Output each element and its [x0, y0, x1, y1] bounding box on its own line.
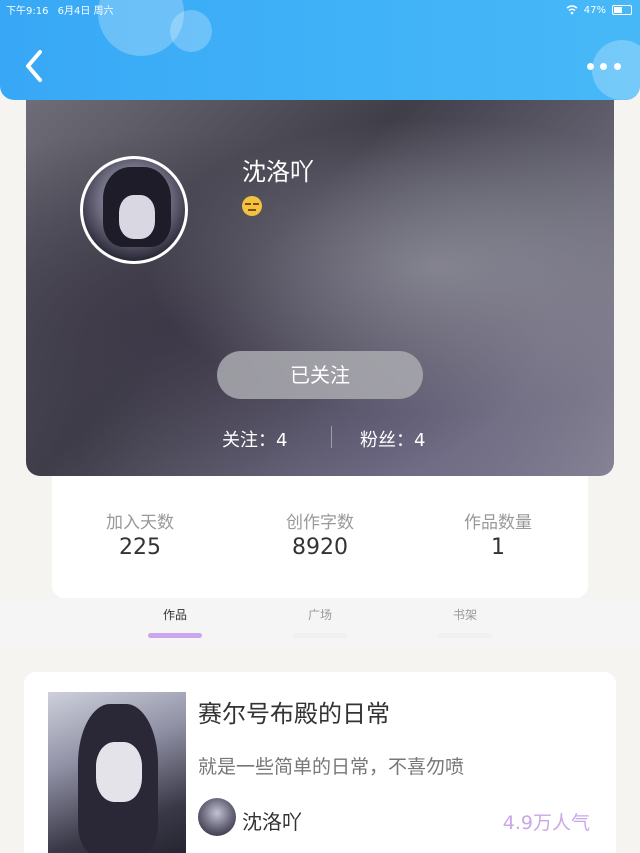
tab-indicator [293, 633, 347, 638]
status-left: 下午9:16 6月4日 周六 [6, 2, 114, 18]
work-description: 就是一些简单的日常，不喜勿喷 [198, 756, 465, 778]
tab-square[interactable]: 广场 [290, 606, 350, 638]
tab-bar: 作品 广场 书架 [0, 598, 640, 646]
tab-label: 作品 [162, 608, 187, 622]
stat-label: 加入天数 [106, 513, 174, 533]
profile-header: 沈洛吖 已关注 关注：4 粉丝：4 [26, 96, 614, 476]
work-cover[interactable] [48, 692, 186, 853]
top-bar: 下午9:16 6月4日 周六 47% [0, 0, 640, 100]
expressionless-emoji-icon [242, 196, 262, 216]
tab-works[interactable]: 作品 [145, 606, 205, 638]
tab-bookshelf[interactable]: 书架 [435, 606, 495, 638]
author-name[interactable]: 沈洛吖 [242, 806, 302, 835]
tab-label: 广场 [307, 608, 332, 622]
back-button[interactable] [22, 46, 50, 86]
stat-value: 1 [491, 535, 505, 560]
more-dot [613, 62, 621, 70]
work-popularity: 4.9万人气 [502, 812, 590, 834]
stat-value: 8920 [292, 535, 348, 560]
more-dot [587, 62, 595, 70]
profile-avatar[interactable] [80, 156, 188, 264]
more-button[interactable] [584, 56, 624, 76]
stat-label: 作品数量 [464, 513, 532, 533]
followers-count[interactable]: 粉丝：4 [360, 426, 425, 452]
follow-button[interactable]: 已关注 [217, 351, 423, 399]
follow-counts: 关注：4 粉丝：4 [26, 422, 614, 452]
more-dot [600, 62, 608, 70]
divider [331, 426, 332, 448]
author-avatar[interactable] [198, 798, 236, 836]
status-time: 下午9:16 [6, 6, 49, 17]
stat-word-count: 创作字数 8920 [250, 508, 390, 560]
stats-panel: 加入天数 225 创作字数 8920 作品数量 1 [52, 476, 588, 598]
tab-indicator [438, 633, 492, 638]
status-right: 47% [566, 2, 632, 18]
stat-join-days: 加入天数 225 [70, 508, 210, 560]
stat-value: 225 [119, 535, 161, 560]
stat-work-count: 作品数量 1 [428, 508, 568, 560]
following-count[interactable]: 关注：4 [222, 426, 287, 452]
work-title[interactable]: 赛尔号布殿的日常 [198, 694, 390, 729]
profile-name: 沈洛吖 [242, 158, 314, 186]
stat-label: 创作字数 [286, 513, 354, 533]
status-bar: 下午9:16 6月4日 周六 47% [6, 2, 632, 18]
tab-label: 书架 [452, 608, 477, 622]
battery-icon [612, 5, 632, 15]
tab-indicator [148, 633, 202, 638]
battery-percent: 47% [583, 4, 606, 16]
wifi-icon [566, 5, 578, 15]
work-card[interactable]: 赛尔号布殿的日常 就是一些简单的日常，不喜勿喷 沈洛吖 4.9万人气 [24, 672, 616, 853]
status-date: 6月4日 周六 [57, 6, 114, 17]
